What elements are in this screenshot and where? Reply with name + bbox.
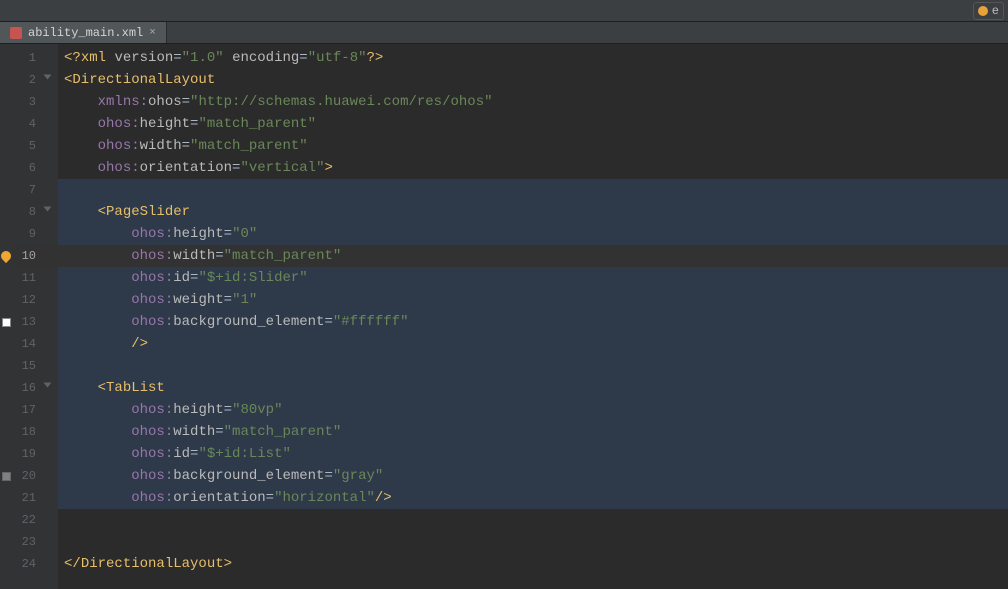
- line-number[interactable]: 19: [12, 443, 58, 465]
- code-line[interactable]: ohos:background_element="gray": [58, 465, 1008, 487]
- code-line[interactable]: ohos:width="match_parent": [58, 135, 1008, 157]
- code-line[interactable]: ohos:height="80vp": [58, 399, 1008, 421]
- code-line[interactable]: <?xml version="1.0" encoding="utf-8"?>: [58, 47, 1008, 69]
- line-number[interactable]: 13: [12, 311, 58, 333]
- line-number[interactable]: 23: [12, 531, 58, 553]
- line-number-gutter[interactable]: 1 2 3 4 5 6 7 8 9 10 11 12 13 14 15 16 1…: [12, 44, 58, 589]
- code-line[interactable]: ohos:width="match_parent": [58, 421, 1008, 443]
- code-line[interactable]: ohos:height="0": [58, 223, 1008, 245]
- marker-strip: [0, 44, 12, 589]
- code-line[interactable]: <DirectionalLayout: [58, 69, 1008, 91]
- top-toolbar: e: [0, 0, 1008, 22]
- fold-icon[interactable]: [45, 205, 54, 214]
- code-line[interactable]: ohos:width="match_parent": [58, 245, 1008, 267]
- line-number[interactable]: 15: [12, 355, 58, 377]
- line-number[interactable]: 22: [12, 509, 58, 531]
- code-line[interactable]: </DirectionalLayout>: [58, 553, 1008, 575]
- line-number[interactable]: 21: [12, 487, 58, 509]
- line-number[interactable]: 20: [12, 465, 58, 487]
- code-line[interactable]: <TabList: [58, 377, 1008, 399]
- tab-ability-main[interactable]: ability_main.xml ×: [0, 22, 167, 43]
- code-line[interactable]: [58, 531, 1008, 553]
- editor-area[interactable]: 1 2 3 4 5 6 7 8 9 10 11 12 13 14 15 16 1…: [0, 44, 1008, 589]
- line-number[interactable]: 6: [12, 157, 58, 179]
- code-line[interactable]: [58, 355, 1008, 377]
- hint-bulb-icon[interactable]: [0, 245, 12, 267]
- line-number[interactable]: 9: [12, 223, 58, 245]
- editor-tab-bar: ability_main.xml ×: [0, 22, 1008, 44]
- line-number[interactable]: 8: [12, 201, 58, 223]
- code-line[interactable]: ohos:id="$+id:List": [58, 443, 1008, 465]
- code-line[interactable]: <PageSlider: [58, 201, 1008, 223]
- line-number[interactable]: 1: [12, 47, 58, 69]
- line-number[interactable]: 17: [12, 399, 58, 421]
- fold-icon[interactable]: [45, 73, 54, 82]
- line-number[interactable]: 16: [12, 377, 58, 399]
- code-line[interactable]: [58, 509, 1008, 531]
- toolbar-right-label: e: [992, 4, 999, 18]
- xml-file-icon: [10, 27, 22, 39]
- line-number[interactable]: 3: [12, 91, 58, 113]
- code-line[interactable]: ohos:weight="1": [58, 289, 1008, 311]
- fold-icon[interactable]: [45, 381, 54, 390]
- toolbar-right: e: [973, 2, 1004, 20]
- line-number[interactable]: 2: [12, 69, 58, 91]
- code-line[interactable]: ohos:orientation="vertical">: [58, 157, 1008, 179]
- code-line[interactable]: ohos:height="match_parent": [58, 113, 1008, 135]
- color-swatch-gray: [0, 465, 12, 487]
- line-number[interactable]: 14: [12, 333, 58, 355]
- code-line[interactable]: [58, 179, 1008, 201]
- code-line[interactable]: ohos:id="$+id:Slider": [58, 267, 1008, 289]
- code-line[interactable]: ohos:background_element="#ffffff": [58, 311, 1008, 333]
- line-number[interactable]: 18: [12, 421, 58, 443]
- line-number[interactable]: 10: [12, 245, 58, 267]
- code-content[interactable]: <?xml version="1.0" encoding="utf-8"?> <…: [58, 44, 1008, 589]
- line-number[interactable]: 24: [12, 553, 58, 575]
- line-number[interactable]: 11: [12, 267, 58, 289]
- close-icon[interactable]: ×: [149, 27, 156, 39]
- line-number[interactable]: 7: [12, 179, 58, 201]
- code-line[interactable]: ohos:orientation="horizontal"/>: [58, 487, 1008, 509]
- line-number[interactable]: 4: [12, 113, 58, 135]
- tab-filename: ability_main.xml: [28, 26, 143, 40]
- line-number[interactable]: 5: [12, 135, 58, 157]
- code-line[interactable]: xmlns:ohos="http://schemas.huawei.com/re…: [58, 91, 1008, 113]
- code-line[interactable]: />: [58, 333, 1008, 355]
- line-number[interactable]: 12: [12, 289, 58, 311]
- device-icon: [978, 6, 988, 16]
- toolbar-device-widget[interactable]: e: [973, 2, 1004, 20]
- scrollbar[interactable]: [998, 44, 1008, 589]
- color-swatch-white: [0, 311, 12, 333]
